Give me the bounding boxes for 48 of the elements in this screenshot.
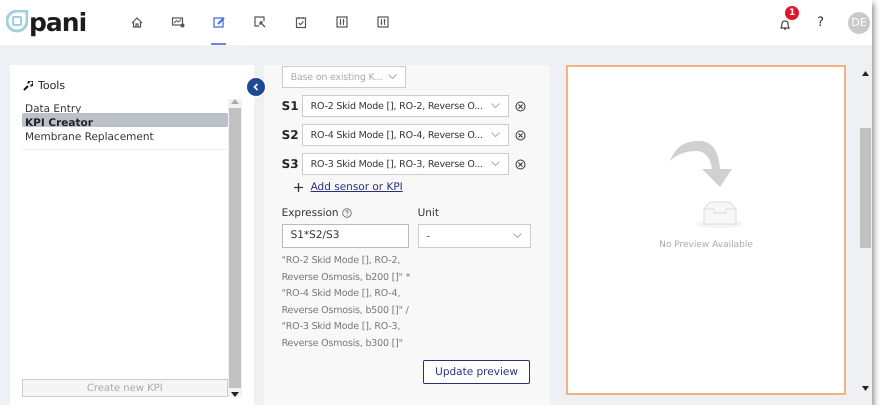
sensor-select[interactable]: RO-3 Skid Mode [], RO-3, Reverse O...	[302, 153, 509, 175]
field-label: Unit	[418, 207, 439, 219]
plus-icon[interactable]	[294, 182, 303, 192]
wrench-icon	[23, 80, 33, 90]
remove-icon[interactable]	[514, 100, 526, 112]
sensor-label: S3	[282, 157, 296, 171]
tool-item[interactable]: Membrane Replacement	[22, 127, 228, 141]
monitor-icon	[170, 14, 184, 28]
chevron-left-icon	[252, 83, 260, 91]
chevron-icon	[490, 103, 500, 109]
expression-field[interactable]: S1*S2/S3	[282, 224, 409, 248]
field-label: Expression	[282, 207, 339, 219]
add-sensor-link[interactable]: Add sensor or KPI	[310, 181, 403, 193]
tool-item[interactable]: KPI Creator	[22, 113, 228, 127]
logo-text: pani	[29, 10, 86, 35]
sliders-icon	[334, 14, 348, 28]
remove-icon[interactable]	[514, 130, 526, 140]
panel-title: Tools	[38, 79, 66, 92]
edit-icon	[212, 14, 226, 28]
chevron-icon	[388, 74, 397, 80]
sliders-icon	[376, 14, 390, 28]
logo-icon	[6, 10, 28, 36]
scroll-up-icon[interactable]	[862, 71, 869, 76]
sensor-select[interactable]: RO-4 Skid Mode [], RO-4, Reverse O...	[302, 124, 509, 146]
scrollbar-thumb[interactable]	[228, 108, 241, 388]
empty-message: No Preview Available	[659, 240, 753, 250]
expression-description: "RO-2 Skid Mode [], RO-2, Reverse Osmosis, b200 []" * "RO-4 Skid Mode [], RO-4, Reverse Osmosis, b500 []" / "RO-3 Skid Mode [], RO-3, Reverse Osmosis, b300 []"	[282, 254, 412, 350]
scroll-down-icon[interactable]	[862, 386, 869, 391]
collapse-button[interactable]	[246, 77, 266, 97]
help-icon[interactable]	[342, 208, 352, 218]
scrollbar-thumb[interactable]	[860, 128, 871, 248]
update-preview-button[interactable]: Update preview	[423, 360, 530, 384]
unit-select[interactable]: -	[418, 224, 531, 248]
tool-item[interactable]: Data Entry	[22, 99, 228, 113]
help-button[interactable]: ?	[817, 15, 824, 30]
chevron-icon	[490, 132, 500, 138]
bell-icon[interactable]	[779, 18, 792, 30]
notification-badge: 1	[785, 6, 800, 20]
clipboard-icon	[294, 14, 308, 28]
scroll-down-icon[interactable]	[230, 392, 239, 397]
chevron-icon	[512, 233, 522, 239]
home-icon	[130, 14, 144, 28]
sensor-label: S1	[282, 99, 296, 113]
remove-icon[interactable]	[514, 158, 526, 170]
sensor-select[interactable]: RO-2 Skid Mode [], RO-2, Reverse O...	[302, 95, 509, 117]
sensor-label: S2	[282, 128, 296, 142]
cursor-icon	[252, 14, 266, 28]
chevron-icon	[490, 161, 500, 167]
